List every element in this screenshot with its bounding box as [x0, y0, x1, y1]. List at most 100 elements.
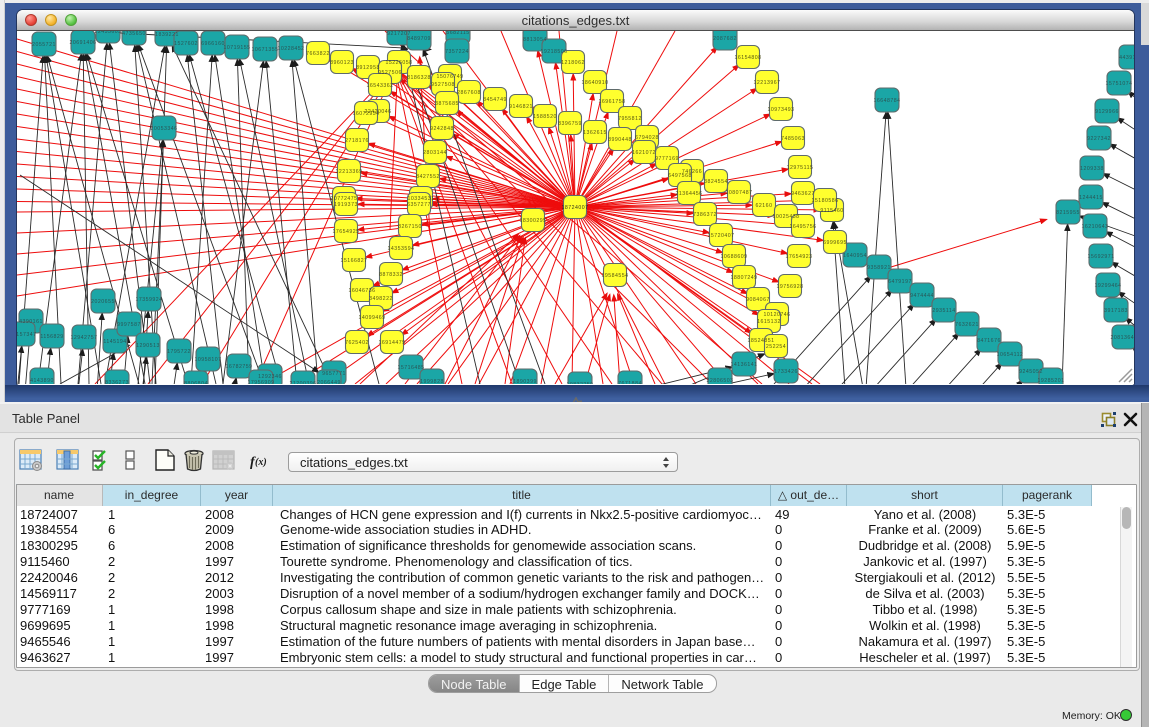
svg-text:9084067: 9084067 [746, 297, 770, 303]
svg-text:10120746: 10120746 [763, 312, 790, 318]
svg-text:252254: 252254 [766, 344, 786, 350]
svg-text:18300295: 18300295 [519, 218, 546, 224]
svg-text:6999695: 6999695 [823, 240, 847, 246]
svg-text:9463627: 9463627 [791, 191, 815, 197]
svg-text:1919373: 1919373 [334, 202, 358, 208]
svg-text:16914479: 16914479 [378, 340, 405, 346]
svg-text:2935114: 2935114 [932, 308, 955, 314]
svg-text:15716485: 15716485 [397, 365, 424, 371]
svg-text:8960123: 8960123 [330, 60, 354, 66]
svg-text:4390161: 4390161 [19, 319, 43, 325]
svg-text:18807249: 18807249 [730, 275, 757, 281]
svg-text:5682115: 5682115 [446, 31, 469, 36]
svg-text:10719155: 10719155 [223, 45, 250, 51]
svg-text:9245052: 9245052 [1019, 369, 1043, 375]
svg-text:16782759: 16782759 [225, 364, 252, 370]
svg-text:9146821: 9146821 [509, 104, 533, 110]
svg-text:9129966: 9129966 [1095, 109, 1119, 115]
svg-text:3824554: 3824554 [704, 179, 728, 185]
svg-text:6794028: 6794028 [635, 135, 659, 141]
svg-text:15166827: 15166827 [340, 258, 367, 264]
svg-text:19832259: 19832259 [566, 382, 593, 384]
svg-text:19584554: 19584554 [601, 273, 628, 279]
svg-text:6357277: 6357277 [407, 202, 431, 208]
svg-text:3917183: 3917183 [1104, 308, 1128, 314]
svg-text:18640910: 18640910 [581, 80, 608, 86]
svg-text:12213369: 12213369 [335, 169, 362, 175]
svg-text:7386372: 7386372 [693, 212, 717, 218]
svg-text:16046736: 16046736 [348, 288, 375, 294]
svg-text:6479197: 6479197 [888, 279, 912, 285]
svg-text:8806804: 8806804 [184, 381, 208, 384]
svg-text:2066449: 2066449 [317, 380, 341, 384]
svg-text:21364456: 21364456 [675, 191, 702, 197]
svg-text:15180586: 15180586 [811, 198, 838, 204]
svg-text:8336273: 8336273 [105, 380, 129, 384]
svg-text:4143890: 4143890 [30, 378, 54, 384]
svg-text:8489709: 8489709 [407, 36, 431, 42]
svg-text:8990448: 8990448 [608, 137, 632, 143]
svg-text:2087682: 2087682 [713, 36, 737, 42]
svg-text:62160: 62160 [756, 203, 773, 209]
svg-text:17654925: 17654925 [332, 229, 359, 235]
svg-text:10807487: 10807487 [725, 190, 752, 196]
svg-text:1795722: 1795722 [167, 349, 191, 355]
svg-text:9997587: 9997587 [117, 322, 141, 328]
svg-text:7625402: 7625402 [345, 340, 369, 346]
svg-text:1527602: 1527602 [174, 41, 198, 47]
svg-text:10958107: 10958107 [194, 357, 221, 363]
svg-text:15226058: 15226058 [385, 60, 412, 66]
svg-text:15157347: 15157347 [17, 332, 37, 338]
svg-text:12975115: 12975115 [787, 165, 814, 171]
svg-text:1145194: 1145194 [103, 339, 126, 345]
svg-text:1362615: 1362615 [583, 130, 607, 136]
svg-text:8427552: 8427552 [416, 174, 440, 180]
svg-text:17654923: 17654923 [785, 254, 812, 260]
svg-text:1999828: 1999828 [420, 379, 444, 384]
svg-text:16210643: 16210643 [1081, 224, 1108, 230]
svg-text:16154808: 16154808 [734, 55, 761, 61]
svg-text:3875685: 3875685 [435, 101, 459, 107]
svg-text:8471676: 8471676 [977, 338, 1001, 344]
svg-text:9227342: 9227342 [1087, 136, 1111, 142]
svg-text:7663822: 7663822 [306, 51, 330, 57]
svg-text:16648784: 16648784 [873, 98, 900, 104]
svg-text:14136141: 14136141 [730, 362, 757, 368]
svg-text:1839221: 1839221 [155, 32, 179, 38]
svg-text:8215955: 8215955 [1056, 210, 1080, 216]
svg-text:1156829: 1156829 [40, 334, 63, 340]
svg-text:1290513: 1290513 [136, 343, 160, 349]
svg-text:20053346: 20053346 [150, 126, 177, 132]
svg-text:18724007: 18724007 [561, 205, 588, 211]
svg-text:7485063: 7485063 [781, 136, 805, 142]
svg-text:10688609: 10688609 [720, 254, 747, 260]
svg-text:1890399: 1890399 [513, 379, 537, 384]
svg-text:8813054: 8813054 [523, 37, 547, 43]
svg-text:9242848: 9242848 [430, 126, 454, 132]
svg-text:9527506: 9527506 [378, 70, 402, 76]
svg-text:15751074: 15751074 [1105, 81, 1132, 87]
svg-text:19218506: 19218506 [540, 49, 567, 55]
svg-text:2803144: 2803144 [423, 150, 447, 156]
svg-text:9358921: 9358921 [867, 265, 891, 271]
svg-text:1244415: 1244415 [1079, 195, 1103, 201]
svg-text:20691406: 20691406 [69, 40, 96, 46]
svg-text:9657771: 9657771 [322, 371, 346, 377]
svg-text:(x): (x) [255, 457, 267, 468]
svg-text:22455603: 22455603 [94, 31, 121, 35]
svg-text:19299464: 19299464 [1094, 283, 1121, 289]
svg-text:7955812: 7955812 [618, 116, 642, 122]
svg-text:4735650: 4735650 [122, 31, 146, 37]
svg-text:9474444: 9474444 [910, 293, 934, 299]
svg-text:14353594: 14353594 [387, 246, 414, 252]
svg-text:2718176: 2718176 [345, 138, 369, 144]
svg-text:7357224: 7357224 [445, 49, 469, 55]
svg-text:1621072: 1621072 [632, 150, 656, 156]
svg-text:12942757: 12942757 [70, 335, 97, 341]
svg-text:8878332: 8878332 [379, 272, 403, 278]
svg-text:10025438: 10025438 [772, 214, 799, 220]
svg-text:2055721: 2055721 [32, 42, 56, 48]
svg-text:19756928: 19756928 [776, 284, 803, 290]
svg-text:21200396: 21200396 [289, 381, 316, 384]
svg-text:17359924: 17359924 [135, 297, 162, 303]
